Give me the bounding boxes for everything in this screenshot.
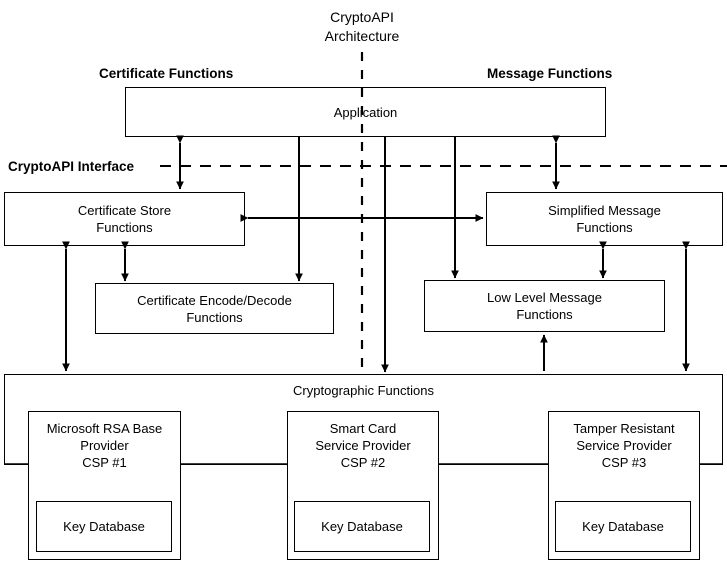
low-level-message-functions-box[interactable]: Low Level Message Functions — [424, 280, 665, 332]
simplified-message-line-2: Functions — [576, 220, 633, 235]
csp-1-line-3: CSP #1 — [82, 455, 127, 470]
csp-1-label: Microsoft RSA Base Provider CSP #1 — [43, 420, 167, 471]
certificate-store-line-2: Functions — [96, 220, 153, 235]
csp-2-key-database-label: Key Database — [321, 519, 403, 534]
certificate-store-line-1: Certificate Store — [77, 203, 172, 218]
csp-3-label: Tamper Resistant Service Provider CSP #3 — [569, 420, 678, 471]
cryptoapi-architecture-diagram: CryptoAPI Architecture Certificate Funct… — [0, 0, 727, 564]
low-level-message-line-1: Low Level Message — [487, 290, 602, 305]
csp-1-line-1: Microsoft RSA Base — [46, 421, 163, 436]
certificate-encode-line-2: Functions — [186, 309, 243, 325]
csp-2-line-3: CSP #2 — [340, 455, 386, 470]
certificate-store-functions-label: Certificate Store Functions — [74, 202, 175, 236]
application-label: Application — [333, 104, 398, 120]
csp-2-line-1: Smart Card — [329, 421, 397, 436]
cryptographic-functions-label: Cryptographic Functions — [293, 383, 434, 398]
csp-2-line-2: Service Provider — [315, 438, 411, 453]
message-functions-header: Message Functions — [487, 66, 613, 81]
simplified-message-line-1: Simplified Message — [548, 203, 661, 218]
csp-1-key-database-box[interactable]: Key Database — [36, 501, 172, 552]
csp-3-key-database-label: Key Database — [582, 519, 664, 534]
csp-3-key-database-box[interactable]: Key Database — [555, 501, 691, 552]
low-level-message-line-2: Functions — [516, 307, 573, 322]
certificate-functions-header: Certificate Functions — [99, 66, 234, 81]
certificate-store-functions-box[interactable]: Certificate Store Functions — [4, 192, 245, 246]
diagram-title-line-2: Architecture — [324, 28, 400, 44]
simplified-message-functions-box[interactable]: Simplified Message Functions — [486, 192, 723, 246]
csp-2-key-database-box[interactable]: Key Database — [294, 501, 430, 552]
diagram-title: CryptoAPI Architecture — [282, 8, 442, 46]
cryptoapi-interface-label: CryptoAPI Interface — [8, 159, 135, 174]
csp-3-line-2: Service Provider — [576, 438, 672, 453]
certificate-encode-decode-functions-box[interactable]: Certificate Encode/Decode Functions — [95, 283, 334, 334]
csp-2-label: Smart Card Service Provider CSP #2 — [311, 420, 414, 471]
csp-1-key-database-label: Key Database — [63, 519, 145, 534]
low-level-message-functions-label: Low Level Message Functions — [483, 289, 606, 323]
application-box[interactable]: Application — [125, 87, 606, 137]
diagram-title-line-1: CryptoAPI — [330, 9, 394, 25]
csp-3-line-3: CSP #3 — [601, 455, 647, 470]
csp-1-line-2: Provider — [80, 438, 129, 453]
certificate-encode-line-1: Certificate Encode/Decode — [137, 292, 292, 308]
certificate-encode-decode-label: Certificate Encode/Decode Functions — [133, 292, 296, 326]
simplified-message-functions-label: Simplified Message Functions — [544, 202, 665, 236]
csp-3-line-1: Tamper Resistant — [573, 421, 675, 436]
